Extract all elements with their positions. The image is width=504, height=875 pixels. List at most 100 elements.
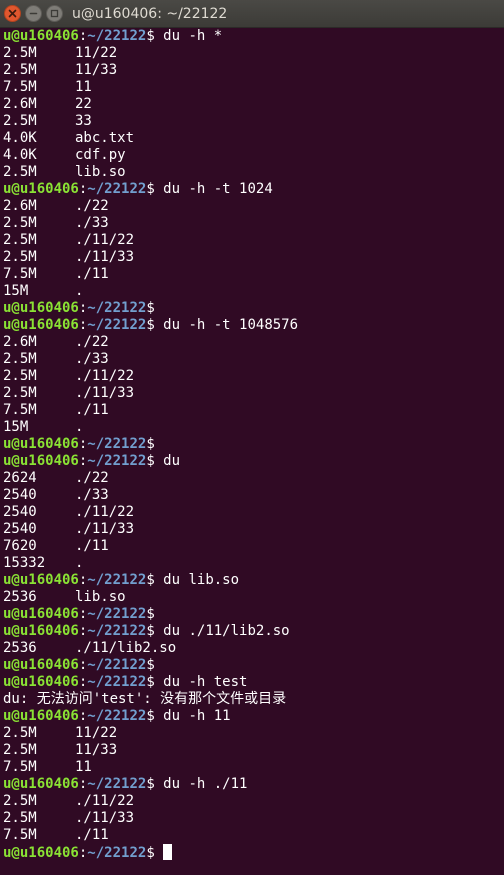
prompt-dollar: $ bbox=[146, 181, 164, 197]
output-size: 4.0K bbox=[3, 147, 37, 163]
output-size: 7.5M bbox=[3, 759, 37, 775]
prompt-user: u@u160406 bbox=[3, 453, 79, 469]
command-text: du lib.so bbox=[163, 572, 240, 588]
output-size: 2.5M bbox=[3, 793, 37, 809]
output-size: 2.5M bbox=[3, 351, 37, 367]
output-size: 2624 bbox=[3, 470, 37, 486]
maximize-button[interactable] bbox=[46, 5, 63, 22]
output-line: 2.5M 33 bbox=[3, 113, 503, 130]
output-name: 11/22 bbox=[75, 45, 118, 61]
output-name: ./11/lib2.so bbox=[75, 640, 177, 656]
output-line: 2.5M ./11/33 bbox=[3, 249, 503, 266]
prompt-dollar: $ bbox=[146, 606, 155, 622]
output-size: 2.6M bbox=[3, 96, 37, 112]
prompt-dollar: $ bbox=[146, 572, 164, 588]
output-name: lib.so bbox=[75, 164, 126, 180]
prompt-user: u@u160406 bbox=[3, 28, 79, 44]
output-line: 7.5M ./11 bbox=[3, 827, 503, 844]
terminal-output[interactable]: u@u160406:~/22122$ du -h * 2.5M 11/22 2.5M 1… bbox=[3, 28, 503, 875]
command-text: du -h 11 bbox=[163, 708, 231, 724]
prompt-dollar: $ bbox=[146, 436, 155, 452]
output-size: 7.5M bbox=[3, 79, 37, 95]
close-button[interactable] bbox=[4, 5, 21, 22]
output-size: 2.5M bbox=[3, 62, 37, 78]
prompt-user: u@u160406 bbox=[3, 300, 79, 316]
output-size: 2.6M bbox=[3, 198, 37, 214]
prompt-dollar: $ bbox=[146, 300, 155, 316]
error-text: du: 无法访问'test': 没有那个文件或目录 bbox=[3, 691, 287, 707]
prompt-line: u@u160406:~/22122$ du -h -t 1048576 bbox=[3, 317, 503, 334]
output-name: . bbox=[75, 283, 84, 299]
output-line: 2540 ./11/22 bbox=[3, 504, 503, 521]
prompt-line: u@u160406:~/22122$ du lib.so bbox=[3, 572, 503, 589]
prompt-path: ~/22122 bbox=[87, 28, 147, 44]
minimize-icon bbox=[29, 9, 38, 18]
command-text: du -h -t 1024 bbox=[163, 181, 273, 197]
output-line: 2.5M ./33 bbox=[3, 215, 503, 232]
prompt-path: ~/22122 bbox=[87, 623, 147, 639]
prompt-user: u@u160406 bbox=[3, 572, 79, 588]
output-name: ./11/33 bbox=[75, 521, 135, 537]
command-text: du -h test bbox=[163, 674, 248, 690]
output-size: 2.5M bbox=[3, 742, 37, 758]
output-size: 2.5M bbox=[3, 385, 37, 401]
output-name: ./33 bbox=[75, 351, 109, 367]
output-size: 7.5M bbox=[3, 827, 37, 843]
minimize-button[interactable] bbox=[25, 5, 42, 22]
prompt-user: u@u160406 bbox=[3, 657, 79, 673]
output-name: ./22 bbox=[75, 198, 109, 214]
command-text: du bbox=[163, 453, 181, 469]
output-name: 11/33 bbox=[75, 62, 118, 78]
output-line: 2.5M ./33 bbox=[3, 351, 503, 368]
prompt-user: u@u160406 bbox=[3, 181, 79, 197]
output-name: ./22 bbox=[75, 334, 109, 350]
output-size: 7620 bbox=[3, 538, 37, 554]
output-line: 2540 ./33 bbox=[3, 487, 503, 504]
output-line: 2.5M 11/22 bbox=[3, 45, 503, 62]
output-size: 2.5M bbox=[3, 113, 37, 129]
output-line: 15M. bbox=[3, 283, 503, 300]
prompt-line: u@u160406:~/22122$ bbox=[3, 300, 503, 317]
prompt-user: u@u160406 bbox=[3, 606, 79, 622]
command-text: du -h -t 1048576 bbox=[163, 317, 299, 333]
output-name: ./11/22 bbox=[75, 504, 135, 520]
prompt-dollar: $ bbox=[146, 623, 164, 639]
output-line: 7.5M ./11 bbox=[3, 266, 503, 283]
prompt-path: ~/22122 bbox=[87, 674, 147, 690]
output-size: 2.6M bbox=[3, 334, 37, 350]
output-name: ./33 bbox=[75, 487, 109, 503]
output-size: 2.5M bbox=[3, 215, 37, 231]
output-line: 7.5M ./11 bbox=[3, 402, 503, 419]
prompt-user: u@u160406 bbox=[3, 317, 79, 333]
prompt-dollar: $ bbox=[146, 674, 164, 690]
output-name: . bbox=[75, 419, 84, 435]
output-size: 2536 bbox=[3, 589, 37, 605]
output-name: 22 bbox=[75, 96, 92, 112]
output-line: 2.6M 22 bbox=[3, 96, 503, 113]
output-line: 2.6M ./22 bbox=[3, 334, 503, 351]
output-name: ./11 bbox=[75, 402, 109, 418]
title-bar[interactable]: u@u160406: ~/22122 bbox=[0, 0, 504, 28]
output-line: 2.5M ./11/22 bbox=[3, 368, 503, 385]
output-name: 11 bbox=[75, 79, 92, 95]
output-size: 7.5M bbox=[3, 402, 37, 418]
output-name: ./11 bbox=[75, 538, 109, 554]
output-line: 2.6M ./22 bbox=[3, 198, 503, 215]
prompt-line: u@u160406:~/22122$ du bbox=[3, 453, 503, 470]
prompt-user: u@u160406 bbox=[3, 623, 79, 639]
output-name: ./11/33 bbox=[75, 385, 135, 401]
prompt-path: ~/22122 bbox=[87, 572, 147, 588]
output-name: abc.txt bbox=[75, 130, 135, 146]
output-line: 2.5M 11/22 bbox=[3, 725, 503, 742]
output-size: 2.5M bbox=[3, 249, 37, 265]
output-line: 7.5M 11 bbox=[3, 759, 503, 776]
output-name: ./11/22 bbox=[75, 793, 135, 809]
output-name: . bbox=[75, 555, 84, 571]
prompt-line: u@u160406:~/22122$ bbox=[3, 657, 503, 674]
output-line: 2.5M 11/33 bbox=[3, 62, 503, 79]
output-line: 2536 lib.so bbox=[3, 589, 503, 606]
prompt-line: u@u160406:~/22122$ du -h -t 1024 bbox=[3, 181, 503, 198]
prompt-dollar: $ bbox=[146, 28, 164, 44]
prompt-line: u@u160406:~/22122$ du -h 11 bbox=[3, 708, 503, 725]
prompt-path: ~/22122 bbox=[87, 776, 147, 792]
